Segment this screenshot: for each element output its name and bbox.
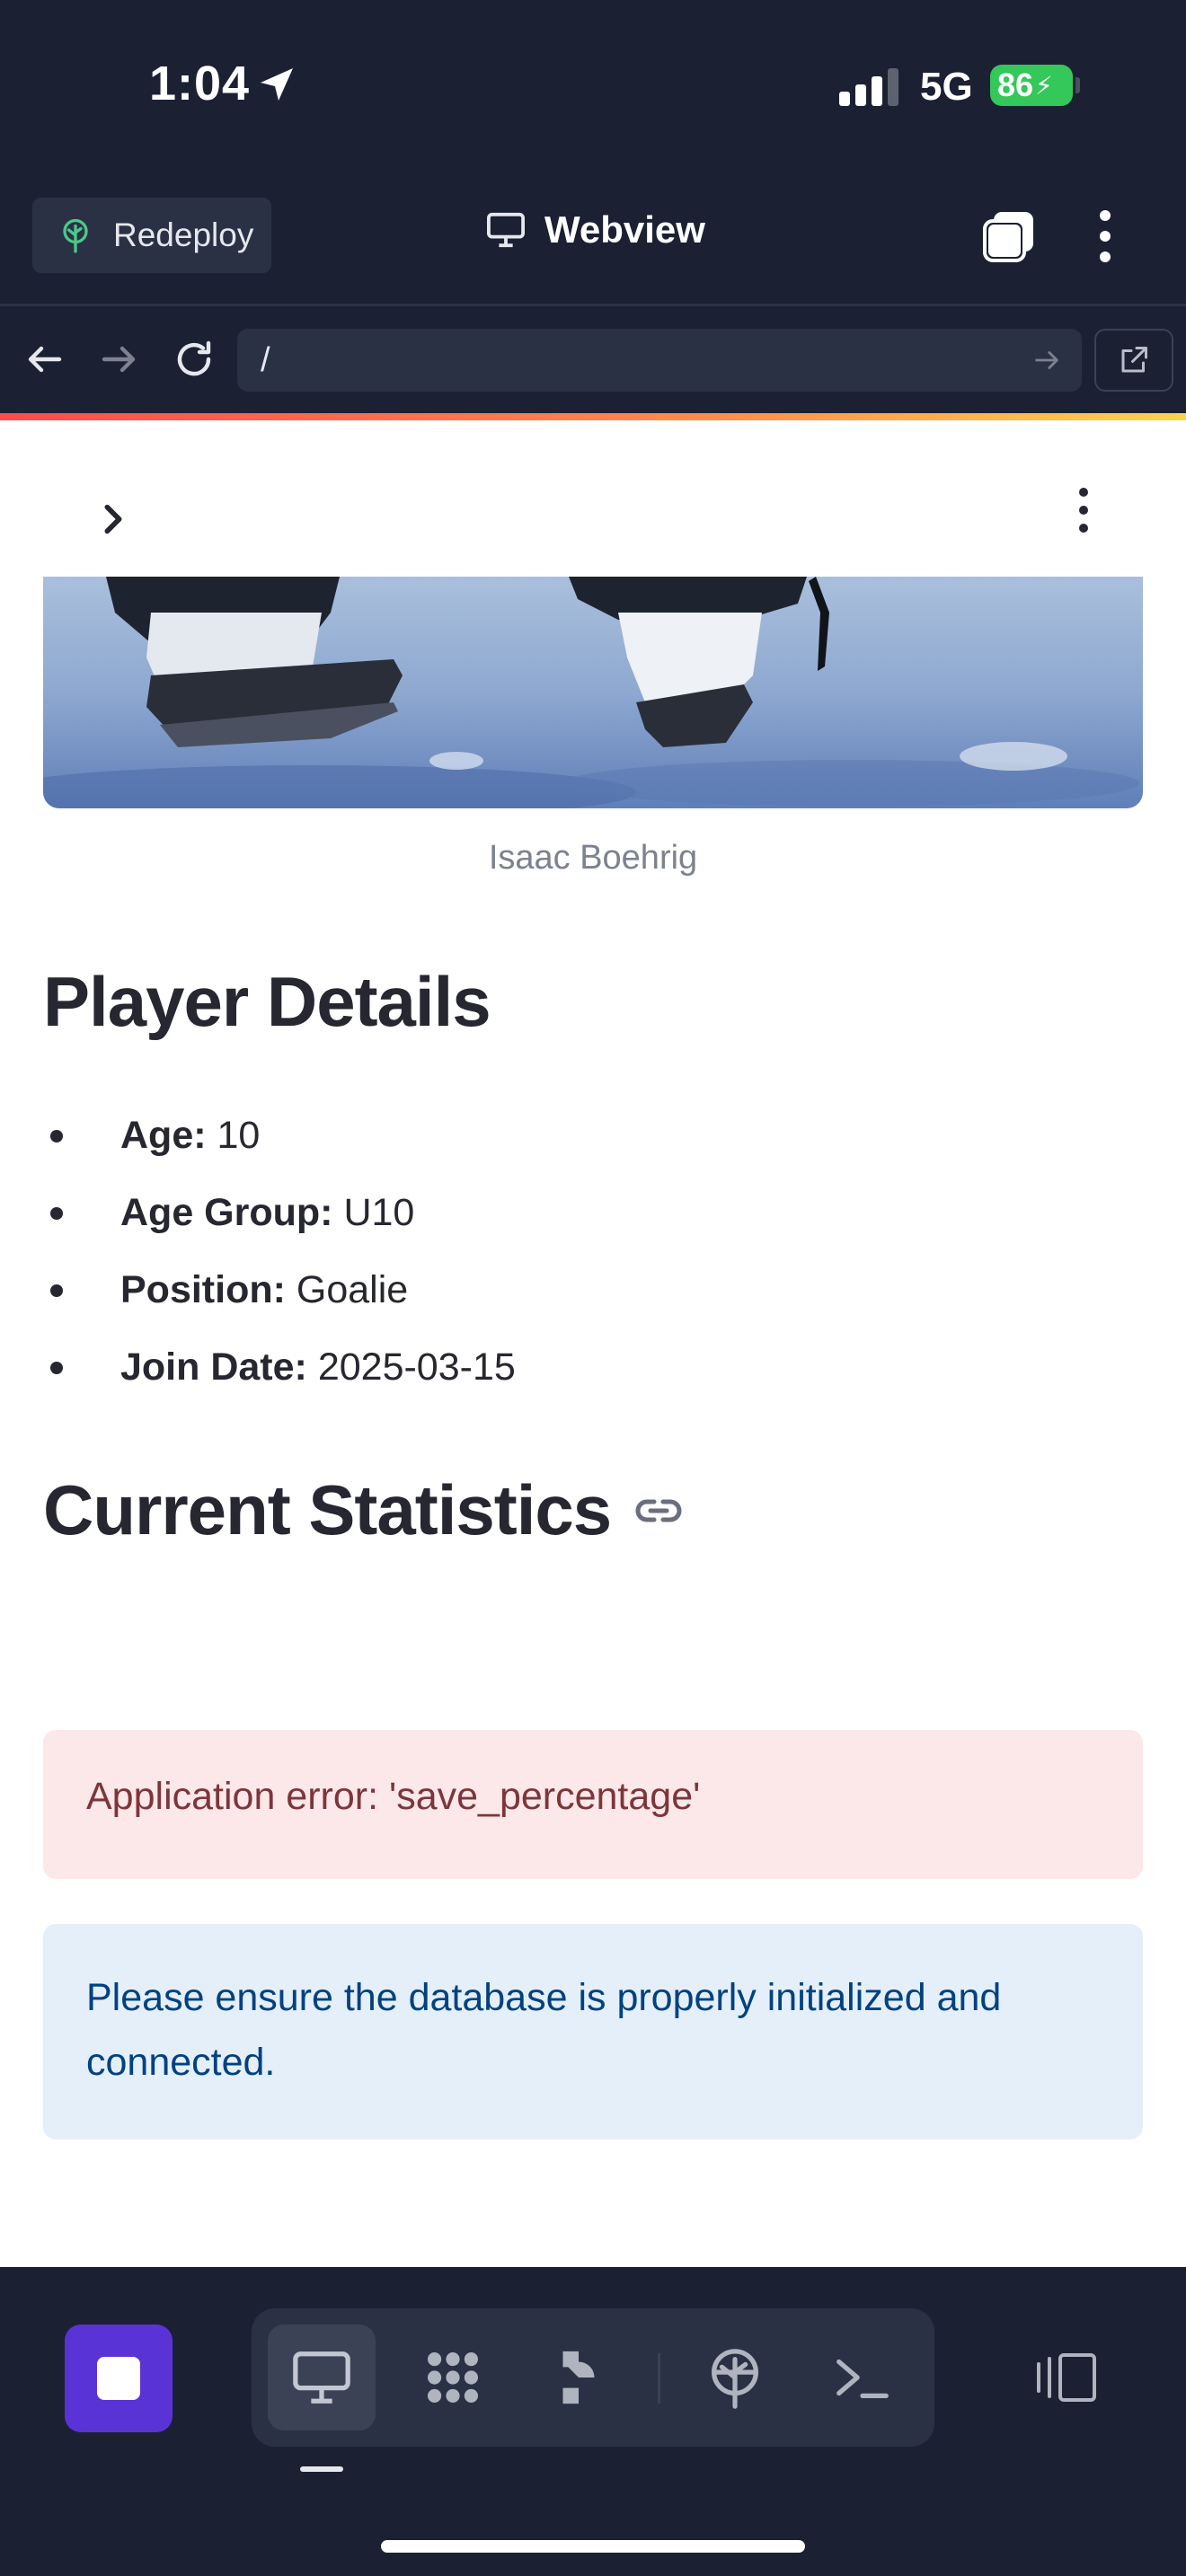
location-arrow-icon [261,68,293,101]
tool-separator [658,2353,660,2404]
app-menu-icon[interactable] [1071,485,1096,535]
page-title: Webview [485,208,705,251]
url-input[interactable]: / [237,329,1082,392]
home-indicator[interactable] [381,2540,805,2553]
list-item: Position: Goalie [43,1261,516,1338]
player-details-heading: Player Details [43,962,491,1041]
current-statistics-text: Current Statistics [43,1470,612,1549]
webview-title-text: Webview [544,208,705,251]
agent-icon [562,2351,595,2404]
desktop-icon [293,2351,350,2404]
image-caption: Isaac Boehrig [488,839,698,877]
stop-button[interactable] [65,2325,173,2432]
shell-icon [836,2359,889,2399]
status-time: 1:04 [149,57,251,110]
external-link-icon [1121,347,1147,373]
signal-icon [839,68,898,106]
tool-shell[interactable] [809,2325,916,2430]
forward-arrow-icon[interactable] [97,338,140,381]
deploy-tree-icon [63,218,88,253]
open-external-button[interactable] [1094,329,1173,392]
redeploy-button[interactable]: Redeploy [32,198,271,273]
deploy-icon [712,2349,758,2409]
player-photo [43,577,1143,808]
tool-agent[interactable] [525,2325,633,2430]
current-statistics-heading: Current Statistics [43,1469,683,1551]
back-arrow-icon[interactable] [23,338,66,381]
url-value: / [261,340,270,379]
player-details-list: Age: 10 Age Group: U10 Position: Goalie … [43,1107,516,1416]
monitor-icon [487,212,525,248]
tool-deploy[interactable] [681,2325,789,2430]
list-item: Age: 10 [43,1107,516,1184]
tool-workspace[interactable] [399,2325,507,2430]
tabs-icon[interactable] [981,208,1037,264]
network-type: 5G [920,65,973,109]
anchor-link-icon[interactable] [634,1495,683,1527]
stop-icon [97,2357,140,2400]
reload-icon[interactable] [173,338,216,381]
sidebar-expand-chevron-icon[interactable] [95,498,131,541]
list-item: Age Group: U10 [43,1184,516,1261]
layout-toggle-icon[interactable] [1033,2350,1100,2405]
list-item: Join Date: 2025-03-15 [43,1338,516,1416]
tool-webview[interactable] [268,2325,376,2430]
error-alert: Application error: 'save_percentage' [43,1730,1143,1879]
go-arrow-icon[interactable] [1031,345,1062,375]
battery-indicator: 86 ⚡ [990,65,1073,106]
app-loading-gradient [0,413,1186,420]
active-tool-indicator [300,2466,343,2472]
redeploy-label: Redeploy [113,216,254,253]
header-divider [0,304,1186,306]
battery-nub [1075,77,1080,93]
info-alert: Please ensure the database is properly i… [43,1924,1143,2139]
more-options-icon[interactable] [1093,208,1118,264]
workspace-icon [428,2352,478,2403]
